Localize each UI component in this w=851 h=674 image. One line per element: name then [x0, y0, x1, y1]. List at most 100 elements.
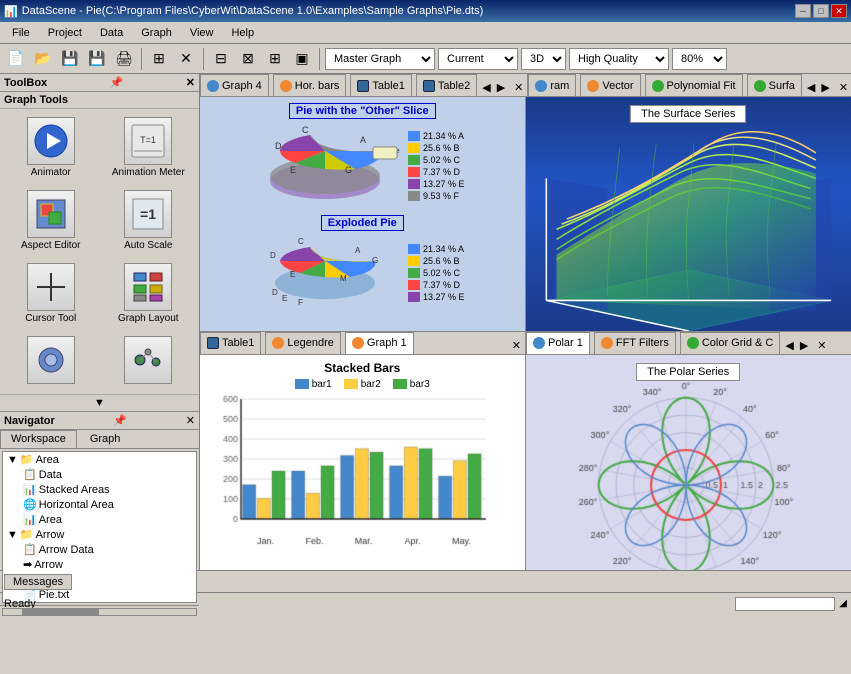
grid-button[interactable]: ⊞	[263, 47, 287, 71]
split-button[interactable]: ⊠	[236, 47, 260, 71]
delete-button[interactable]: ✕	[174, 47, 198, 71]
toolbox-close[interactable]: ✕	[186, 76, 195, 89]
messages-tab[interactable]: Messages	[4, 574, 72, 590]
tab-scroll-left[interactable]: ◀	[479, 79, 493, 96]
menu-project[interactable]: Project	[40, 25, 90, 41]
tree-label: Area	[39, 514, 62, 526]
save-all-button[interactable]: 💾	[85, 47, 109, 71]
tool8[interactable]	[102, 332, 196, 390]
aspect-editor-tool[interactable]: Aspect Editor	[4, 186, 98, 255]
tab-close-left[interactable]: ✕	[510, 79, 527, 96]
tab-color-grid[interactable]: Color Grid & C	[680, 332, 781, 354]
single-button[interactable]: ▣	[290, 47, 314, 71]
table-button[interactable]: ⊞	[147, 47, 171, 71]
tab-close-bottom-right[interactable]: ✕	[813, 337, 830, 354]
pie-panel: Pie with the "Other" Slice	[200, 97, 526, 331]
nav-tab-graph[interactable]: Graph	[79, 430, 132, 448]
cursor-tool[interactable]: Cursor Tool	[4, 259, 98, 328]
toolbox-pin[interactable]: 📌	[110, 76, 124, 89]
tree-node-area2[interactable]: 📊 Area	[3, 512, 196, 527]
top-graph-panels: Pie with the "Other" Slice	[200, 97, 851, 332]
tab-poly-fit-icon	[652, 80, 664, 92]
app-icon: 📊	[4, 5, 18, 18]
animation-meter-tool[interactable]: T=1 Animation Meter	[102, 113, 196, 182]
top-tabs-left: Graph 4 Hor. bars Table1 Table2 ◀ ▶ ✕	[200, 74, 528, 96]
minimize-button[interactable]: ─	[795, 4, 811, 18]
nav-tab-workspace[interactable]: Workspace	[0, 430, 77, 448]
tree-label: Area	[36, 454, 59, 466]
maximize-button[interactable]: □	[813, 4, 829, 18]
tab-scroll-right2[interactable]: ◀	[804, 79, 818, 96]
tab-close-bottom-left[interactable]: ✕	[508, 337, 525, 354]
tab-polar1[interactable]: Polar 1	[526, 332, 590, 354]
save-button[interactable]: 💾	[58, 47, 82, 71]
toolbox-scroll-down[interactable]: ▼	[0, 394, 199, 411]
toolbar: 📄 📂 💾 💾 🖨 ⊞ ✕ ⊟ ⊠ ⊞ ▣ Master Graph Curre…	[0, 44, 851, 74]
tab-poly-fit-label: Polynomial Fit	[667, 80, 736, 92]
toolbox-header: ToolBox 📌 ✕	[0, 74, 199, 92]
polar-chart-canvas	[526, 355, 846, 570]
tab-scroll-right3[interactable]: ▶	[818, 79, 832, 96]
navigator-close[interactable]: ✕	[186, 414, 195, 427]
zoom-select[interactable]: 80%	[672, 48, 727, 70]
bars-chart-canvas	[206, 394, 496, 549]
tab-poly-fit[interactable]: Polynomial Fit	[645, 74, 743, 96]
tab-surfa[interactable]: Surfa	[747, 74, 802, 96]
exploded-pie-svg: A M E D C G D E F	[260, 233, 400, 313]
pie-chart-svg: A G E D C Other	[260, 121, 400, 211]
print-button[interactable]: 🖨	[112, 47, 136, 71]
svg-text:F: F	[298, 298, 303, 307]
tab-scroll-r4[interactable]: ◀	[782, 337, 796, 354]
tree-node-horizontal-area[interactable]: 🌐 Horizontal Area	[3, 497, 196, 512]
close-button[interactable]: ✕	[831, 4, 847, 18]
tab-table1-label: Table1	[372, 80, 404, 92]
tab-legendre-label: Legendre	[287, 337, 334, 349]
tab-table1-bottom-label: Table1	[222, 337, 254, 349]
expand-icon: ▼	[7, 454, 18, 466]
tree-node-stacked-areas[interactable]: 📊 Stacked Areas	[3, 482, 196, 497]
view-3d-select[interactable]: 3D	[521, 48, 566, 70]
menu-file[interactable]: File	[4, 25, 38, 41]
tab-fft[interactable]: FFT Filters	[594, 332, 676, 354]
new-button[interactable]: 📄	[4, 47, 28, 71]
tab-close-right[interactable]: ✕	[835, 79, 851, 96]
tree-node-arrow2[interactable]: ➡ Arrow	[3, 557, 196, 572]
tab-graph1[interactable]: Graph 1	[345, 332, 414, 354]
tab-fft-label: FFT Filters	[616, 337, 669, 349]
quality-select[interactable]: High Quality	[569, 48, 669, 70]
menu-graph[interactable]: Graph	[133, 25, 180, 41]
animator-icon	[27, 117, 75, 165]
globe-icon: 🌐	[23, 498, 37, 511]
tree-node-area[interactable]: ▼ 📁 Area	[3, 452, 196, 467]
tab-legendre[interactable]: Legendre	[265, 332, 341, 354]
open-button[interactable]: 📂	[31, 47, 55, 71]
menu-view[interactable]: View	[182, 25, 222, 41]
tree-node-arrow-data[interactable]: 📋 Arrow Data	[3, 542, 196, 557]
menu-help[interactable]: Help	[223, 25, 262, 41]
tab-table2[interactable]: Table2	[416, 74, 477, 96]
master-graph-select[interactable]: Master Graph	[325, 48, 435, 70]
tab-hor-bars[interactable]: Hor. bars	[273, 74, 347, 96]
animator-tool[interactable]: Animator	[4, 113, 98, 182]
graph-layout-tool[interactable]: Graph Layout	[102, 259, 196, 328]
aspect-editor-icon	[27, 190, 75, 238]
current-select[interactable]: Current	[438, 48, 518, 70]
resize-grip[interactable]: ◢	[839, 598, 847, 609]
tab-scroll-r5[interactable]: ▶	[797, 337, 811, 354]
tab-vector[interactable]: Vector	[580, 74, 640, 96]
tab-scroll-right[interactable]: ▶	[494, 79, 508, 96]
navigator-pin[interactable]: 📌	[113, 414, 127, 427]
tool7[interactable]	[4, 332, 98, 390]
svg-text:G: G	[372, 256, 378, 265]
tree-node-data[interactable]: 📋 Data	[3, 467, 196, 482]
tab-table1-top[interactable]: Table1	[350, 74, 411, 96]
tab-graph4[interactable]: Graph 4	[200, 74, 269, 96]
tab-table1-bottom[interactable]: Table1	[200, 332, 261, 354]
auto-scale-tool[interactable]: =1 Auto Scale	[102, 186, 196, 255]
tab-ram[interactable]: ram	[528, 74, 576, 96]
folder-icon2: 📁	[20, 528, 34, 541]
menu-data[interactable]: Data	[92, 25, 131, 41]
tree-node-arrow[interactable]: ▼ 📁 Arrow	[3, 527, 196, 542]
tree-scrollbar[interactable]	[0, 605, 199, 617]
layout-button[interactable]: ⊟	[209, 47, 233, 71]
